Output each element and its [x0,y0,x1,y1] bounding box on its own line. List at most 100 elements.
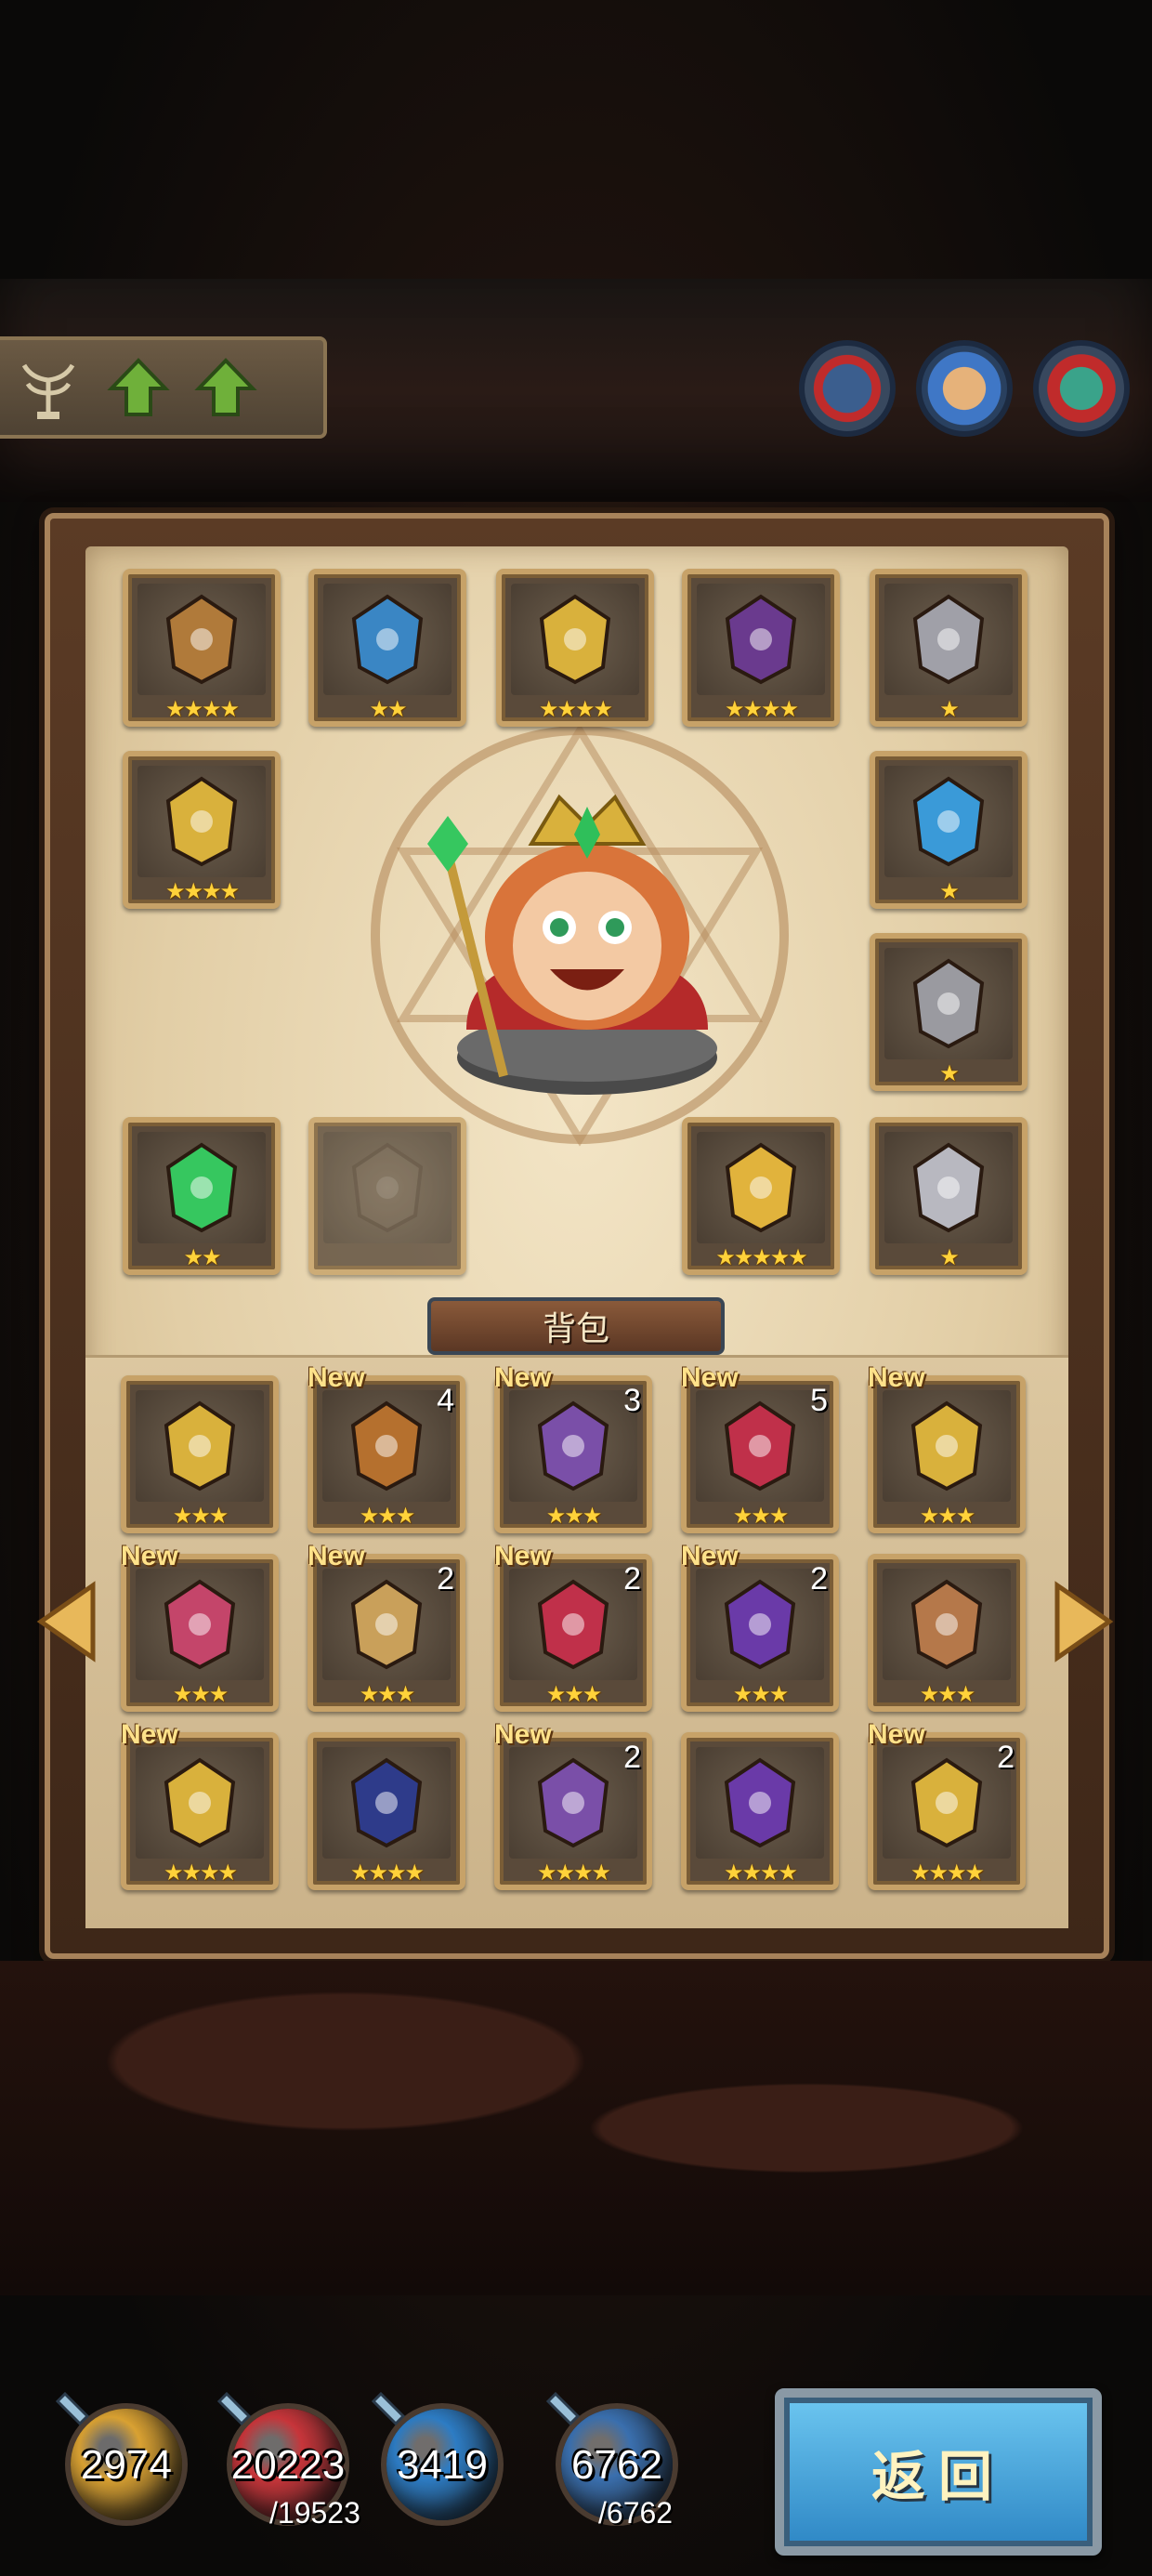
backpack-slot-gold-pauldron[interactable]: ★★★★ New [121,1719,279,1890]
resource-value: 6762 [571,2442,662,2488]
equipped-slot-gauntlet[interactable]: ★★★★ [123,569,281,727]
amethyst-necklace-icon [537,1757,609,1848]
backpack-slot-gold-bracer[interactable]: ★★★ [121,1375,279,1533]
backpack-slot-crystal-necklace[interactable]: ★★★★ [308,1732,465,1890]
backpack-slot-amethyst-ring[interactable]: ★★★ New [868,1362,1026,1533]
resource-value: 2974 [81,2442,172,2488]
slot-inner [136,1747,264,1859]
hero-portrait-1[interactable] [799,340,896,437]
slot-inner [884,1132,1013,1243]
slot-inner [697,1132,825,1243]
resource-blue-potion: 3419 [372,2390,507,2520]
blue-gem-ring-icon [912,776,985,867]
slot-inner [884,766,1013,877]
equipped-slot-blue-gem-ring[interactable]: ★ [870,751,1028,909]
amethyst-ring-icon [910,1400,983,1492]
equipped-slot-dark-lantern[interactable]: ★★★★ [682,569,840,727]
slot-inner [323,584,452,695]
silver-cape-icon [912,958,985,1049]
empty-slot-icon [351,1142,424,1233]
slot-inner [323,1132,452,1243]
resource-value: 3419 [397,2442,488,2488]
star-rating: ★★★ [545,1681,603,1707]
new-badge: New [494,1362,552,1393]
hero-portrait-2[interactable] [916,340,1013,437]
star-rating: ★★★★ [538,696,613,722]
arrow-up-icon [107,358,170,416]
star-rating: ★ [939,1060,960,1086]
backpack-slot-pink-boots[interactable]: ★★★ New [121,1541,279,1712]
equipped-slot-chest-armor[interactable]: ★★ [308,569,466,727]
item-count: 2 [997,1740,1015,1775]
star-rating: ★★★ [172,1503,229,1529]
potion-icon [546,2391,581,2426]
item-count: 5 [810,1383,828,1418]
prev-page-arrow-icon[interactable] [33,1580,98,1663]
resource-red-potion: 20223/19523 [217,2390,360,2530]
backpack-slot-crimson-hood[interactable]: ★★★ New 2 [494,1541,652,1712]
star-rating: ★★★★ [536,1860,611,1886]
golden-tome-icon [725,1142,797,1233]
emerald-scepter-icon [165,1142,238,1233]
ruby-ring-icon [724,1400,796,1492]
new-badge: New [494,1719,552,1750]
backpack-slot-dragon-ring[interactable]: ★★★★ [681,1732,839,1890]
slot-inner [884,584,1013,695]
upgrade-panel[interactable] [0,336,327,439]
return-button[interactable]: 返回 [775,2388,1102,2556]
backpack-slot-purple-pendant[interactable]: ★★★ New 3 [494,1362,652,1533]
star-rating: ★★★★ [164,878,240,904]
equipped-slot-silver-cape[interactable]: ★ [870,933,1028,1091]
slot-inner [884,948,1013,1059]
slot-inner [696,1390,824,1502]
star-rating: ★★★ [359,1681,416,1707]
violet-cloak-icon [724,1579,796,1670]
hero-portrait-3[interactable] [1033,340,1130,437]
gauntlet-icon [165,594,238,685]
slot-inner [511,584,639,695]
backpack-slot-copper-circlet[interactable]: ★★★ New 4 [308,1362,465,1533]
equipped-slot-golden-tome[interactable]: ★★★★★ [682,1117,840,1275]
equipped-slot-iron-boots[interactable]: ★ [870,1117,1028,1275]
star-rating: ★★★★ [163,1860,238,1886]
hero-avatar [427,794,717,1095]
gold-bracer-icon [164,1400,236,1492]
star-rating: ★★★★ [910,1860,985,1886]
backpack-slot-ruby-ring[interactable]: ★★★ New 5 [681,1362,839,1533]
slot-inner [137,584,266,695]
slot-inner [509,1747,637,1859]
backpack-slot-royal-boots[interactable]: ★★★★ New 2 [868,1719,1026,1890]
slot-inner [697,584,825,695]
star-rating: ★★ [183,1244,221,1270]
slot-inner [883,1747,1011,1859]
equipped-slot-gold-shoulder-armor[interactable]: ★★★★ [123,751,281,909]
star-rating: ★ [939,1244,960,1270]
resource-max: /6762 [598,2496,674,2530]
game-scene: ★★★★ ★★ ★★★★ ★★★★ ★ ★★★★ ★ ★ ★★ ★★★★★ ★ 背包 ★★★ ★★★ N… [0,0,1152,2576]
new-badge: New [121,1541,178,1571]
backpack-slot-violet-cloak[interactable]: ★★★ New 2 [681,1541,839,1712]
slot-inner [883,1569,1011,1680]
equipped-slot-emerald-scepter[interactable]: ★★ [123,1117,281,1275]
equipped-slot-silver-necklace[interactable]: ★ [870,569,1028,727]
new-badge: New [494,1541,552,1571]
backpack-slot-amethyst-necklace[interactable]: ★★★★ New 2 [494,1719,652,1890]
item-count: 2 [437,1561,454,1597]
equipped-slot-empty-slot[interactable] [308,1117,466,1275]
star-rating: ★★★★★ [715,1244,808,1270]
equipped-slot-horned-helmet[interactable]: ★★★★ [496,569,654,727]
next-page-arrow-icon[interactable] [1052,1580,1117,1663]
gold-shoulder-armor-icon [165,776,238,867]
star-rating: ★★★★ [724,696,799,722]
slot-inner [696,1747,824,1859]
potion-icon [372,2391,406,2426]
gold-pauldron-icon [164,1757,236,1848]
new-badge: New [308,1541,365,1571]
slot-inner [322,1569,451,1680]
resource-value: 20223 [230,2442,346,2488]
chest-armor-icon [351,594,424,685]
iron-boots-icon [912,1142,985,1233]
backpack-slot-rune-stone[interactable]: ★★★ [868,1554,1026,1712]
copper-circlet-icon [350,1400,423,1492]
backpack-slot-gold-greaves[interactable]: ★★★ New 2 [308,1541,465,1712]
